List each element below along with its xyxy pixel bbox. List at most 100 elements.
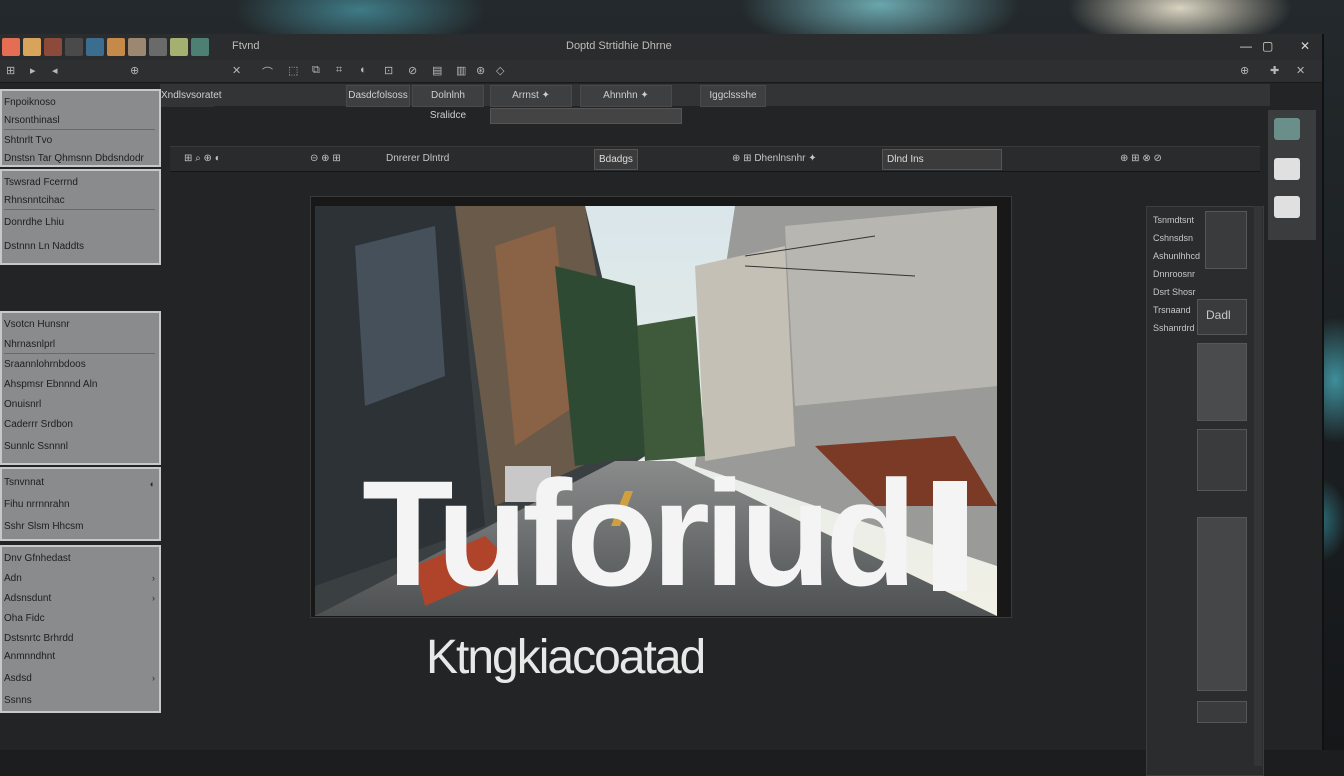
blend-mode-select[interactable]: Bdadgs: [594, 149, 638, 170]
layer-row-label[interactable]: Trsnaand: [1153, 305, 1191, 315]
panel-row-label[interactable]: Vsotcn Hunsnr: [4, 319, 70, 330]
panel-row-label[interactable]: Dnstsn Tar Qhmsnn Dbdsndodr: [4, 153, 144, 164]
panel-row-label[interactable]: Nrsonthinasl: [4, 115, 60, 126]
document-tab-strip[interactable]: [490, 108, 682, 124]
recent-file-thumb[interactable]: [86, 38, 104, 56]
layer-row-label[interactable]: Dnnroosnr: [1153, 269, 1195, 279]
panel-row-label[interactable]: Dnv Gfnhedast: [4, 553, 71, 564]
layer-group[interactable]: [1197, 429, 1247, 491]
panel-row-label[interactable]: Onuisnrl: [4, 399, 41, 410]
panel-scrollbar[interactable]: [1254, 206, 1262, 766]
right-layers-panel: Tsnmdtsnt Cshnsdsn Ashunlhhcd Dnnroosnr …: [1146, 206, 1264, 776]
overlay-subtitle[interactable]: Ktngkiacoatad: [426, 630, 706, 685]
panel-row-label[interactable]: Nhrnasnlprl: [4, 339, 55, 350]
size-field[interactable]: Dlnd Ins: [882, 149, 1002, 170]
zoom-icon[interactable]: ⊕: [1240, 64, 1249, 77]
adjustment-preview[interactable]: [1197, 343, 1247, 421]
panel-row-label[interactable]: Adn: [4, 573, 22, 584]
minimize-icon[interactable]: —: [1240, 39, 1252, 53]
divider: [4, 129, 155, 130]
panel-row-label[interactable]: Adsnsdunt: [4, 593, 51, 604]
panel-row-label[interactable]: Sshr Slsm Hhcsm: [4, 521, 83, 532]
recent-file-thumb[interactable]: [65, 38, 83, 56]
panel-row-label[interactable]: Tsnvnnat: [4, 477, 44, 488]
option-button[interactable]: Iggclssshe: [700, 85, 766, 107]
document-icon[interactable]: [1274, 196, 1300, 218]
panel-row-label[interactable]: Oha Fidc: [4, 613, 45, 624]
panel-toggle-icon[interactable]: [1274, 118, 1300, 140]
panel-section: Vsotcn Hunsnr Nhrnasnlprl Sraannlohrnbdo…: [0, 311, 161, 465]
color-swatch-box[interactable]: Dadl: [1197, 299, 1247, 335]
panel-row-label[interactable]: Shtnrlt Tvo: [4, 135, 52, 146]
panel-row-label[interactable]: Donrdhe Lhiu: [4, 217, 64, 228]
block-icon[interactable]: ⊘: [408, 64, 417, 77]
control-group[interactable]: ⊕ ⊞ ⊗ ⊘: [1120, 150, 1162, 168]
layers-icon[interactable]: ⧉: [312, 64, 320, 77]
back-icon[interactable]: ◂: [52, 64, 58, 77]
grid-snap-icon[interactable]: ⌗: [336, 64, 342, 77]
layer-row-label[interactable]: Cshnsdsn: [1153, 233, 1193, 243]
close-icon[interactable]: ✕: [1300, 39, 1310, 53]
layer-stack[interactable]: [1197, 517, 1247, 691]
control-group[interactable]: ⊞ ⌕ ⊕ ◐: [184, 150, 221, 168]
overlay-title[interactable]: Tuforiud: [362, 458, 967, 608]
clear-icon[interactable]: ✕: [1296, 64, 1305, 77]
recent-file-thumb[interactable]: [23, 38, 41, 56]
chevron-icon[interactable]: ›: [152, 593, 155, 603]
layer-row-label[interactable]: Dsrt Shosr: [1153, 287, 1196, 297]
recent-file-thumb[interactable]: [191, 38, 209, 56]
layer-row-label[interactable]: Sshanrdrd: [1153, 323, 1195, 333]
layer-row-label[interactable]: Tsnmdtsnt: [1153, 215, 1194, 225]
curve-icon[interactable]: ⌒: [262, 64, 273, 80]
play-icon[interactable]: ▸: [30, 64, 36, 77]
right-toolstrip: [1268, 110, 1316, 240]
panel-row-label[interactable]: Caderrr Srdbon: [4, 419, 73, 430]
maximize-icon[interactable]: ▢: [1262, 39, 1273, 53]
recent-files-strip: [2, 38, 209, 56]
layer-footer[interactable]: [1197, 701, 1247, 723]
panel-row-label[interactable]: Fihu nrrnnrahn: [4, 499, 70, 510]
recent-file-thumb[interactable]: [2, 38, 20, 56]
panel-row-label[interactable]: Dstnnn Ln Naddts: [4, 241, 84, 252]
align-left-icon[interactable]: ▤: [432, 64, 442, 77]
control-group[interactable]: ⊝ ⊕ ⊞: [310, 150, 341, 168]
control-group[interactable]: ⊕ ⊞ Dhenlnsnhr ✦: [732, 150, 817, 168]
layer-thumbnail[interactable]: [1205, 211, 1247, 269]
panel-row-label[interactable]: Asdsd: [4, 673, 32, 684]
panel-row-label[interactable]: Fnpoiknoso: [4, 97, 56, 108]
recent-file-thumb[interactable]: [149, 38, 167, 56]
panel-section: Tsnvnnat Fihu nrrnnrahn Sshr Slsm Hhcsm …: [0, 467, 161, 541]
align-right-icon[interactable]: ▥: [456, 64, 466, 77]
panel-row-label[interactable]: Anmnndhnt: [4, 651, 55, 662]
recent-file-thumb[interactable]: [128, 38, 146, 56]
main-toolbar: ⊞ ▸ ◂ ⊕ ✕ ⌒ ⬚ ⧉ ⌗ ◐ ⊡ ⊘ ▤ ▥ ⊛ ◇ ⊕ ✚ ✕: [0, 60, 1322, 83]
option-button[interactable]: Dolnlnh Sralidce: [412, 85, 484, 121]
grid-icon[interactable]: ⊞: [6, 64, 15, 77]
panel-row-label[interactable]: Sunnlc Ssnnnl: [4, 441, 68, 452]
option-button[interactable]: Arrnst ✦: [490, 85, 572, 107]
recent-file-thumb[interactable]: [170, 38, 188, 56]
option-button[interactable]: Ahnnhn ✦: [580, 85, 672, 107]
recent-file-thumb[interactable]: [44, 38, 62, 56]
effects-icon[interactable]: ⊛: [476, 64, 485, 77]
panel-row-label[interactable]: Ahspmsr Ebnnnd Aln: [4, 379, 97, 390]
chevron-icon[interactable]: ›: [152, 573, 155, 583]
panel-row-label[interactable]: Tswsrad Fcerrnd: [4, 177, 78, 188]
move-icon[interactable]: ✚: [1270, 64, 1279, 77]
marquee-icon[interactable]: ⬚: [288, 64, 298, 77]
contrast-icon[interactable]: ◐: [360, 64, 367, 76]
chevron-icon[interactable]: ›: [152, 673, 155, 683]
panel-row-label[interactable]: Sraannlohrnbdoos: [4, 359, 86, 370]
recent-file-thumb[interactable]: [107, 38, 125, 56]
camera-icon[interactable]: [1274, 158, 1300, 180]
expand-icon[interactable]: ◐: [150, 479, 155, 489]
crop-icon[interactable]: ⊡: [384, 64, 393, 77]
shape-icon[interactable]: ◇: [496, 64, 504, 77]
panel-row-label[interactable]: Dstsnrtc Brhrdd: [4, 633, 73, 644]
cut-icon[interactable]: ✕: [232, 64, 241, 77]
panel-row-label[interactable]: Rhnsnntcihac: [4, 195, 65, 206]
add-icon[interactable]: ⊕: [130, 64, 139, 77]
option-button[interactable]: Dasdcfolsoss: [346, 85, 410, 107]
panel-row-label[interactable]: Ssnns: [4, 695, 32, 706]
layer-row-label[interactable]: Ashunlhhcd: [1153, 251, 1200, 261]
